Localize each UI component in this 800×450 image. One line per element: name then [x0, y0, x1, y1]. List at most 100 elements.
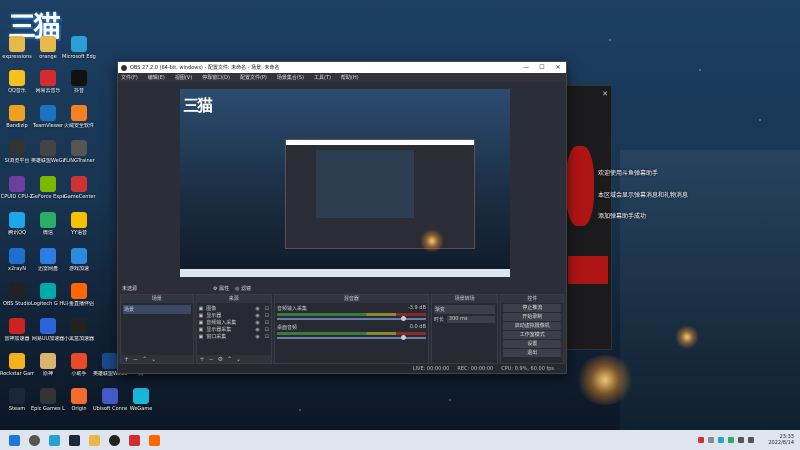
studio-mode-button[interactable]: 工作室模式	[503, 331, 561, 339]
desktop-shortcut[interactable]: 原神	[31, 353, 65, 377]
desktop-shortcut[interactable]: SI浏览平台	[0, 140, 34, 164]
eye-icon[interactable]: ◉	[255, 306, 259, 312]
add-icon[interactable]: +	[124, 356, 129, 363]
desktop-shortcut[interactable]: 迅雷网盘	[31, 248, 65, 272]
transitions-dock[interactable]: 场景转场 渐变 时长 300 ms	[430, 294, 499, 364]
source-item[interactable]: ▣ 音频输入采集 ◉ ⊡	[199, 319, 269, 327]
desktop-shortcut[interactable]: Bandizip	[0, 105, 34, 129]
desktop-shortcut[interactable]: 小黑盒加速器	[62, 318, 96, 342]
desktop-shortcut[interactable]: Origin	[62, 388, 96, 412]
douyu-icon[interactable]	[149, 434, 160, 446]
menu-profile[interactable]: 配置文件(P)	[240, 74, 267, 81]
desktop-shortcut[interactable]: iGameCenter	[62, 176, 96, 200]
desktop-shortcut[interactable]: Steam	[0, 388, 34, 412]
source-item[interactable]: ▣ 显示器 ◉ ⊡	[199, 312, 269, 320]
volume-slider[interactable]	[276, 335, 426, 340]
lock-icon[interactable]: ⊡	[265, 320, 269, 326]
exit-button[interactable]: 退出	[503, 349, 561, 357]
stop-streaming-button[interactable]: 停止推流	[503, 304, 561, 312]
desktop-shortcut[interactable]: Epic Games Launcher	[31, 388, 65, 412]
eye-icon[interactable]: ◉	[255, 334, 259, 340]
eye-icon[interactable]: ◉	[255, 327, 259, 333]
up-icon[interactable]: ⌃	[227, 356, 232, 363]
menu-file[interactable]: 文件(F)	[121, 74, 138, 81]
slider-knob[interactable]	[400, 316, 406, 321]
desktop-shortcut[interactable]: 网易UU加速器	[31, 318, 65, 342]
network-icon[interactable]	[738, 437, 745, 443]
lock-icon[interactable]: ⊡	[265, 306, 269, 312]
gear-icon[interactable]: ⚙	[218, 356, 223, 363]
properties-button[interactable]: ⚙ 属性	[213, 285, 229, 292]
remove-icon[interactable]: −	[209, 356, 214, 363]
desktop-shortcut[interactable]: CPUID CPU-Z	[0, 176, 34, 200]
desktop-shortcut[interactable]: 游戏加速	[62, 248, 96, 272]
desktop-shortcut[interactable]: 雷神加速器	[0, 318, 34, 342]
desktop-shortcut[interactable]: 火绒安全软件	[62, 105, 96, 129]
desktop-shortcut[interactable]: WeGame	[124, 388, 158, 412]
tray-app-icon[interactable]	[728, 437, 735, 443]
minimize-icon[interactable]: —	[518, 64, 534, 71]
desktop-shortcut[interactable]: YY语音	[62, 212, 96, 236]
search-icon[interactable]	[29, 434, 40, 446]
controls-dock[interactable]: 控件 停止推流 开始录制 启动虚拟摄像机 工作室模式 设置 退出	[500, 294, 564, 364]
desktop-shortcut[interactable]: OBS Studio	[0, 283, 34, 307]
desktop-shortcut[interactable]: QQ音乐	[0, 70, 34, 94]
desktop-shortcut[interactable]: x2rayN	[0, 248, 34, 272]
add-icon[interactable]: +	[200, 356, 205, 363]
desktop-shortcut[interactable]: GeForce Experience	[31, 176, 65, 200]
eye-icon[interactable]: ◉	[255, 313, 259, 319]
menu-scene-collection[interactable]: 场景集合(S)	[277, 74, 304, 81]
scenes-dock[interactable]: 场景 场景 + − ⌃ ⌄	[120, 294, 194, 364]
settings-button[interactable]: 设置	[503, 340, 561, 348]
desktop-shortcut[interactable]: 抖音	[62, 70, 96, 94]
virtual-camera-button[interactable]: 启动虚拟摄像机	[503, 322, 561, 330]
desktop-shortcut[interactable]: Rockstar Games...	[0, 353, 34, 377]
desktop-shortcut[interactable]: Logitech G HUB	[31, 283, 65, 307]
menu-help[interactable]: 帮助(H)	[341, 74, 359, 81]
desktop-shortcut[interactable]: Microsoft Edge	[62, 36, 96, 60]
obs-titlebar[interactable]: OBS 27.2.0 (64-bit, windows) - 配置文件: 未命名…	[118, 62, 566, 73]
transition-select[interactable]: 渐变	[433, 305, 496, 314]
down-icon[interactable]: ⌄	[151, 356, 156, 363]
mixer-dock[interactable]: 混音器 音频输入采集 -3.9 dB 桌面音频 0.0 dB	[273, 294, 429, 364]
folder-icon[interactable]	[89, 434, 100, 446]
preview-canvas[interactable]: 三猫	[180, 89, 510, 277]
sources-dock[interactable]: 来源 ▣ 图像 ◉ ⊡ ▣ 显示器 ◉ ⊡ ▣ 音频输入采集 ◉ ⊡ ▣ 显示器采集 ◉ ⊡ ▣ 窗口采集 ◉ ⊡ +…	[195, 294, 272, 364]
edge-icon[interactable]	[49, 434, 60, 446]
desktop-shortcut[interactable]: expressions	[0, 36, 34, 60]
obs-window[interactable]: OBS 27.2.0 (64-bit, windows) - 配置文件: 未命名…	[117, 61, 567, 374]
up-icon[interactable]: ⌃	[142, 356, 147, 363]
desktop-shortcut[interactable]: 英雄联盟WeGame平台	[31, 140, 65, 164]
menu-edit[interactable]: 编辑(E)	[148, 74, 165, 81]
menu-tools[interactable]: 工具(T)	[314, 74, 331, 81]
lock-icon[interactable]: ⊡	[265, 327, 269, 333]
clock[interactable]: 23:33 2022/8/14	[768, 434, 794, 446]
desktop-shortcut[interactable]: TeamViewer	[31, 105, 65, 129]
filters-button[interactable]: ◎ 滤镜	[235, 285, 251, 292]
desktop-shortcut[interactable]: Ubisoft Connect	[93, 388, 127, 412]
source-item[interactable]: ▣ 显示器采集 ◉ ⊡	[199, 326, 269, 334]
steam-icon[interactable]	[69, 434, 80, 446]
remove-icon[interactable]: −	[133, 356, 138, 363]
menu-view[interactable]: 视图(V)	[175, 74, 192, 81]
lock-icon[interactable]: ⊡	[265, 334, 269, 340]
tray-app-icon[interactable]	[698, 437, 705, 443]
netease-music-icon[interactable]	[129, 434, 140, 446]
tray-app-icon[interactable]	[708, 437, 715, 443]
down-icon[interactable]: ⌄	[236, 356, 241, 363]
obs-icon[interactable]	[109, 434, 120, 446]
source-item[interactable]: ▣ 图像 ◉ ⊡	[199, 305, 269, 313]
menu-docks[interactable]: 停靠窗口(D)	[202, 74, 230, 81]
scene-item[interactable]: 场景	[123, 305, 191, 314]
desktop-shortcut[interactable]: 网易云音乐	[31, 70, 65, 94]
desktop-shortcut[interactable]: orange	[31, 36, 65, 60]
desktop-shortcut[interactable]: FLiNGTrainer	[62, 140, 96, 164]
desktop-shortcut[interactable]: 斗鱼直播伴侣	[62, 283, 96, 307]
slider-knob[interactable]	[400, 335, 406, 340]
maximize-icon[interactable]: ☐	[534, 64, 550, 71]
desktop-shortcut[interactable]: 微信	[31, 212, 65, 236]
tray-app-icon[interactable]	[718, 437, 725, 443]
windows-start-icon[interactable]	[9, 434, 20, 446]
desktop-shortcut[interactable]: 小助手	[62, 353, 96, 377]
close-icon[interactable]: ✕	[550, 64, 566, 71]
